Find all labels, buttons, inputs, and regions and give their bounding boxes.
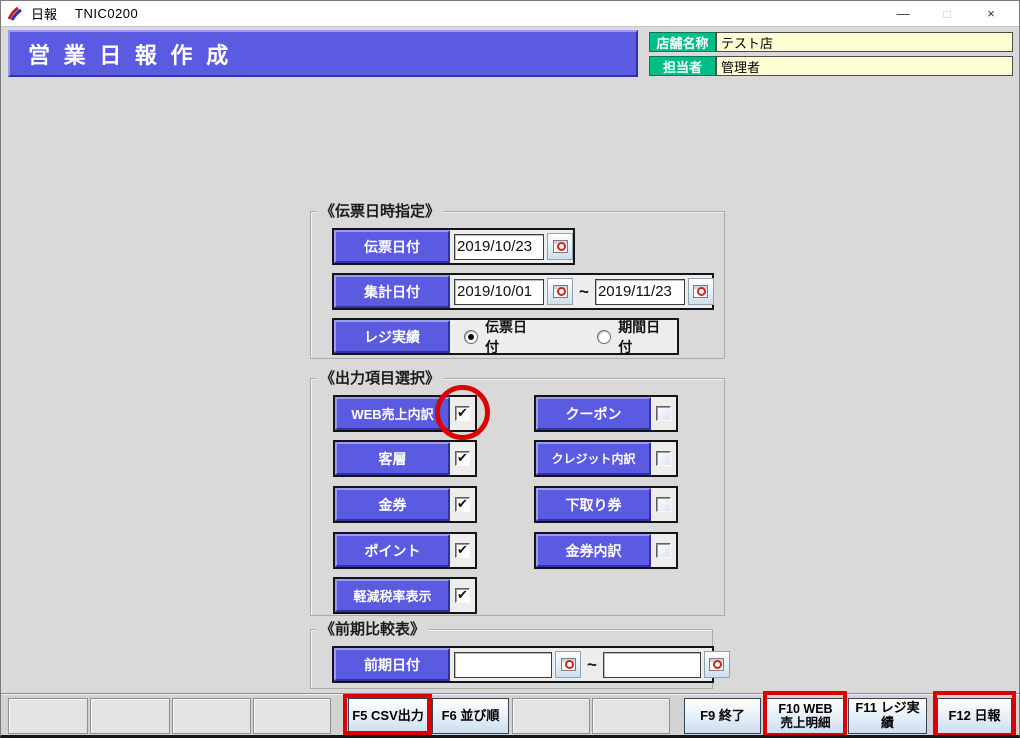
calendar-icon xyxy=(709,658,725,671)
output-item-row: 下取り券 xyxy=(534,486,678,523)
output-item-row: 軽減税率表示 xyxy=(333,577,477,614)
manager-value: 管理者 xyxy=(716,56,1013,76)
app-icon xyxy=(7,6,22,21)
checkbox-customer-demographics[interactable] xyxy=(455,450,470,466)
coupon-label: クーポン xyxy=(536,397,651,430)
window-title: 日報 xyxy=(31,7,58,22)
output-item-row: ポイント xyxy=(333,532,477,569)
web-sales-breakdown-label: WEB売上内訳 xyxy=(335,397,450,430)
fn-key-f8 xyxy=(592,698,670,734)
function-key-bar: F5 CSV出力 F6 並び順 F9 終了 F10 WEB 売上明細 F11 レ… xyxy=(1,693,1019,735)
section-slip-date: 《伝票日時指定》 伝票日付 集計日付 ~ レジ実績 伝 xyxy=(310,202,725,359)
previous-date-label: 前期日付 xyxy=(334,648,450,681)
radio-option-slip-date[interactable]: 伝票日付 xyxy=(464,317,540,357)
credit-breakdown-label: クレジット内訳 xyxy=(536,442,651,475)
checkbox-reduced-tax-display[interactable] xyxy=(455,587,470,603)
checkbox-credit-breakdown[interactable] xyxy=(656,451,671,466)
previous-date-from-calendar-button[interactable] xyxy=(555,651,581,678)
total-date-to-input[interactable] xyxy=(594,278,685,305)
section-output-items: 《出力項目選択》 WEB売上内訳 客層 金券 ポイント 軽減税率表示 クーポン … xyxy=(310,369,725,616)
close-button[interactable]: × xyxy=(969,2,1013,26)
slip-date-calendar-button[interactable] xyxy=(547,233,573,260)
output-item-row: WEB売上内訳 xyxy=(333,395,477,432)
page-title: 営業日報作成 xyxy=(8,30,638,77)
section-slip-date-title: 《伝票日時指定》 xyxy=(316,202,445,221)
radio-slip-date-label: 伝票日付 xyxy=(485,318,527,355)
window-title-code: TNIC0200 xyxy=(75,6,139,21)
checkbox-trade-in-ticket[interactable] xyxy=(656,497,671,512)
previous-date-from-input[interactable] xyxy=(454,651,552,678)
total-date-row: 集計日付 ~ xyxy=(332,273,714,310)
reduced-tax-display-label: 軽減税率表示 xyxy=(335,579,450,612)
total-date-label: 集計日付 xyxy=(334,275,450,308)
calendar-icon xyxy=(693,285,709,298)
slip-date-label: 伝票日付 xyxy=(334,230,450,263)
title-bar: 日報 TNIC0200 — □ × xyxy=(1,1,1019,27)
fn-key-f1 xyxy=(8,698,88,734)
fn-key-f11-register-results[interactable]: F11 レジ実績 xyxy=(848,698,927,734)
total-date-from-input[interactable] xyxy=(454,278,544,305)
store-name-label: 店舗名称 xyxy=(649,32,716,52)
radio-period-date[interactable] xyxy=(597,329,612,344)
calendar-icon xyxy=(560,658,576,671)
checkbox-voucher[interactable] xyxy=(455,496,470,512)
radio-slip-date[interactable] xyxy=(464,329,478,344)
trade-in-ticket-label: 下取り券 xyxy=(536,488,651,521)
checkbox-web-sales-breakdown[interactable] xyxy=(455,405,470,421)
minimize-button[interactable]: — xyxy=(881,2,925,26)
previous-date-to-input[interactable] xyxy=(602,651,701,678)
fn-key-f9-exit[interactable]: F9 終了 xyxy=(684,698,761,734)
calendar-icon xyxy=(552,240,568,253)
voucher-breakdown-label: 金券内訳 xyxy=(536,534,651,567)
fn-key-f12-daily-report[interactable]: F12 日報 xyxy=(937,698,1012,734)
fn-key-f10-web-sales-detail[interactable]: F10 WEB 売上明細 xyxy=(766,698,845,734)
output-item-row: クレジット内訳 xyxy=(534,440,678,477)
app-window: 日報 TNIC0200 — □ × 営業日報作成 店舗名称 テスト店 担当者 管… xyxy=(0,0,1020,738)
fn-key-f6-sort-order[interactable]: F6 並び順 xyxy=(432,698,509,734)
total-date-from-calendar-button[interactable] xyxy=(547,278,573,305)
slip-date-input[interactable] xyxy=(454,233,544,260)
radio-option-period-date[interactable]: 期間日付 xyxy=(597,317,673,357)
manager-label: 担当者 xyxy=(649,56,716,76)
total-date-to-calendar-button[interactable] xyxy=(687,278,714,305)
output-item-row: 金券 xyxy=(333,486,477,523)
previous-date-row: 前期日付 ~ xyxy=(332,646,730,683)
section-previous-comparison: 《前期比較表》 前期日付 ~ xyxy=(310,620,730,689)
register-mode-row: レジ実績 伝票日付 期間日付 xyxy=(332,318,679,355)
radio-period-date-label: 期間日付 xyxy=(618,318,661,355)
fn-key-f2 xyxy=(90,698,170,734)
previous-date-to-calendar-button[interactable] xyxy=(703,651,730,678)
calendar-icon xyxy=(552,285,568,298)
slip-date-row: 伝票日付 xyxy=(332,228,575,265)
date-range-separator: ~ xyxy=(587,654,597,674)
maximize-button[interactable]: □ xyxy=(925,2,969,26)
fn-key-f7 xyxy=(512,698,590,734)
section-output-items-title: 《出力項目選択》 xyxy=(316,369,445,388)
output-item-row: 客層 xyxy=(333,440,477,477)
voucher-label: 金券 xyxy=(335,488,450,521)
output-item-row: 金券内訳 xyxy=(534,532,678,569)
register-mode-label: レジ実績 xyxy=(334,320,450,353)
checkbox-voucher-breakdown[interactable] xyxy=(656,543,671,558)
points-label: ポイント xyxy=(335,534,450,567)
fn-key-f5-csv-output[interactable]: F5 CSV出力 xyxy=(348,698,428,734)
fn-key-f3 xyxy=(172,698,251,734)
section-previous-comparison-title: 《前期比較表》 xyxy=(316,620,430,639)
store-name-value: テスト店 xyxy=(716,32,1013,52)
checkbox-coupon[interactable] xyxy=(656,406,671,421)
checkbox-points[interactable] xyxy=(455,542,470,558)
date-range-separator: ~ xyxy=(579,281,589,301)
window-controls: — □ × xyxy=(881,2,1013,26)
fn-key-f4 xyxy=(253,698,331,734)
output-item-row: クーポン xyxy=(534,395,678,432)
customer-demographics-label: 客層 xyxy=(335,442,450,475)
